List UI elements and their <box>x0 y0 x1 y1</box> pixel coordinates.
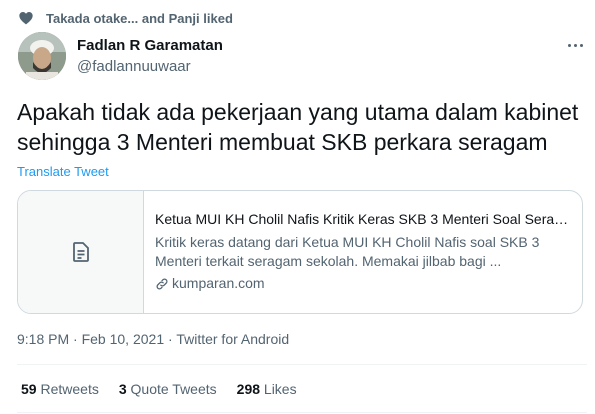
tweet-date[interactable]: Feb 10, 2021 <box>82 331 165 347</box>
more-options-icon[interactable] <box>564 36 586 54</box>
meta-separator: · <box>168 331 173 347</box>
engagement-stats: 59 Retweets 3 Quote Tweets 298 Likes <box>21 381 317 397</box>
quotes-label: Quote Tweets <box>130 381 217 397</box>
tweet-text: Apakah tidak ada pekerjaan yang utama da… <box>17 99 579 155</box>
tweet-time[interactable]: 9:18 PM <box>17 331 69 347</box>
link-card[interactable]: Ketua MUI KH Cholil Nafis Kritik Keras S… <box>17 190 583 314</box>
avatar-image <box>18 32 66 80</box>
divider <box>17 364 587 365</box>
author-handle[interactable]: @fadlannuuwaar <box>77 58 191 75</box>
card-thumbnail <box>18 191 144 313</box>
likes-stat[interactable]: 298 Likes <box>237 381 297 397</box>
heart-icon <box>19 12 33 25</box>
social-context: Takada otake... and Panji liked <box>18 9 233 27</box>
card-title: Ketua MUI KH Cholil Nafis Kritik Keras S… <box>155 211 573 227</box>
retweets-stat[interactable]: 59 Retweets <box>21 381 99 397</box>
author-name[interactable]: Fadlan R Garamatan <box>77 37 223 54</box>
card-domain-text: kumparan.com <box>172 275 265 291</box>
document-icon <box>72 242 89 262</box>
card-description: Kritik keras datang dari Ketua MUI KH Ch… <box>155 234 540 269</box>
retweets-label: Retweets <box>40 381 99 397</box>
quotes-count: 3 <box>118 381 127 397</box>
tweet-meta: 9:18 PM · Feb 10, 2021 · Twitter for And… <box>17 331 289 347</box>
tweet-source[interactable]: Twitter for Android <box>176 331 289 347</box>
link-icon <box>156 278 168 289</box>
likes-count: 298 <box>236 381 261 397</box>
divider <box>17 412 587 413</box>
social-context-text[interactable]: Takada otake... and Panji liked <box>46 11 233 26</box>
meta-separator: · <box>73 331 78 347</box>
avatar[interactable] <box>18 32 66 80</box>
likes-label: Likes <box>263 381 297 397</box>
card-domain: kumparan.com <box>155 274 573 293</box>
translate-tweet-link[interactable]: Translate Tweet <box>17 164 109 179</box>
quote-tweets-stat[interactable]: 3 Quote Tweets <box>119 381 217 397</box>
retweets-count: 59 <box>21 381 37 397</box>
